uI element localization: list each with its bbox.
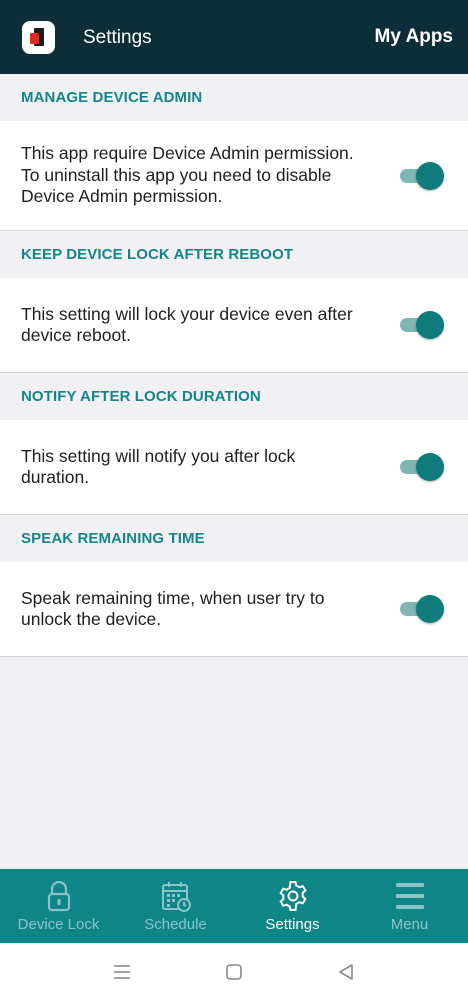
menu-icon xyxy=(395,883,424,909)
section-header-lock-after-reboot: KEEP DEVICE LOCK AFTER REBOOT xyxy=(21,246,294,263)
setting-row-speak-remaining[interactable]: Speak remaining time, when user try to u… xyxy=(0,562,468,657)
gear-icon xyxy=(278,881,307,911)
section-header-device-admin: MANAGE DEVICE ADMIN xyxy=(21,89,203,106)
nav-device-lock[interactable]: Device Lock xyxy=(0,869,117,943)
section-header-notify-after-lock: NOTIFY AFTER LOCK DURATION xyxy=(21,388,261,405)
system-navigation-bar xyxy=(0,943,468,1000)
setting-row-lock-after-reboot[interactable]: This setting will lock your device even … xyxy=(0,278,468,373)
calendar-clock-icon xyxy=(161,882,191,912)
nav-label: Schedule xyxy=(144,916,207,933)
page-title: Settings xyxy=(83,27,152,48)
back-icon[interactable] xyxy=(335,961,357,983)
nav-schedule[interactable]: Schedule xyxy=(117,869,234,943)
lock-icon xyxy=(47,880,70,912)
notify-after-lock-toggle[interactable] xyxy=(400,453,444,481)
recents-menu-icon[interactable] xyxy=(111,961,133,983)
nav-label: Menu xyxy=(390,916,429,933)
setting-description: This setting will notify you after lock … xyxy=(21,445,296,488)
nav-menu[interactable]: Menu xyxy=(351,869,468,943)
nav-settings[interactable]: Settings xyxy=(234,869,351,943)
my-apps-button[interactable]: My Apps xyxy=(375,26,453,48)
setting-description: This setting will lock your device even … xyxy=(21,303,353,346)
section-header-speak-remaining: SPEAK REMAINING TIME xyxy=(21,530,205,547)
setting-row-notify-after-lock[interactable]: This setting will notify you after lock … xyxy=(0,420,468,515)
lock-after-reboot-toggle[interactable] xyxy=(400,311,444,339)
setting-row-device-admin[interactable]: This app require Device Admin permission… xyxy=(0,121,468,231)
setting-description: Speak remaining time, when user try to u… xyxy=(21,587,325,630)
nav-label: Settings xyxy=(265,916,320,933)
device-admin-toggle[interactable] xyxy=(400,161,444,190)
app-bar: Settings My Apps xyxy=(0,0,468,74)
settings-list: MANAGE DEVICE ADMIN This app require Dev… xyxy=(0,74,468,657)
setting-description: This app require Device Admin permission… xyxy=(21,143,354,207)
app-logo xyxy=(22,21,55,54)
nav-label: Device Lock xyxy=(17,916,100,933)
speak-remaining-toggle[interactable] xyxy=(400,595,444,623)
home-icon[interactable] xyxy=(223,961,245,983)
bottom-navigation: Device Lock Schedule Settings Menu xyxy=(0,869,468,943)
